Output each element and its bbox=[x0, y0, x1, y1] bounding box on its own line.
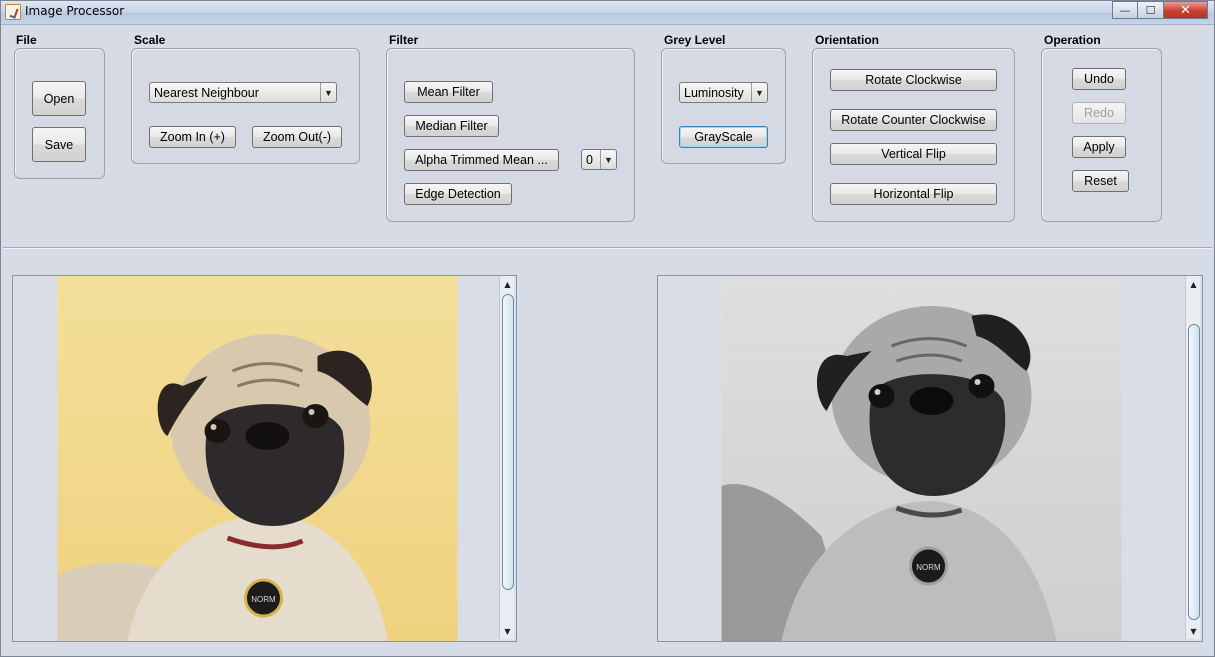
title-bar[interactable]: Image Processor — ☐ ✕ bbox=[1, 1, 1214, 25]
zoom-in-button[interactable]: Zoom In (+) bbox=[149, 126, 236, 148]
undo-button[interactable]: Undo bbox=[1072, 68, 1126, 90]
file-group-title: File bbox=[16, 33, 37, 47]
scroll-down-arrow-icon[interactable]: ▼ bbox=[500, 624, 515, 638]
open-button[interactable]: Open bbox=[32, 81, 86, 116]
original-image-pane[interactable]: NORM ▲ ▼ bbox=[12, 275, 517, 642]
chevron-down-icon: ▼ bbox=[600, 150, 616, 169]
original-vertical-scrollbar[interactable]: ▲ ▼ bbox=[499, 276, 514, 639]
orientation-group-title: Orientation bbox=[815, 33, 880, 47]
grayscale-button[interactable]: GrayScale bbox=[679, 126, 768, 148]
grey-level-group-title: Grey Level bbox=[664, 33, 726, 47]
apply-button[interactable]: Apply bbox=[1072, 136, 1126, 158]
toolbar-separator bbox=[3, 247, 1212, 249]
alpha-value: 0 bbox=[586, 152, 593, 167]
processed-image: NORM bbox=[721, 276, 1122, 641]
original-scroll-thumb[interactable] bbox=[502, 294, 514, 590]
mean-filter-button[interactable]: Mean Filter bbox=[404, 81, 493, 103]
vertical-flip-button[interactable]: Vertical Flip bbox=[830, 143, 997, 165]
scroll-up-arrow-icon[interactable]: ▲ bbox=[1186, 277, 1201, 291]
dog-tag-text: NORM bbox=[251, 595, 276, 604]
scroll-down-arrow-icon[interactable]: ▼ bbox=[1186, 624, 1201, 638]
dog-tag-text: NORM bbox=[916, 563, 941, 572]
median-filter-button[interactable]: Median Filter bbox=[404, 115, 499, 137]
reset-button[interactable]: Reset bbox=[1072, 170, 1129, 192]
minimize-button[interactable]: — bbox=[1112, 1, 1138, 19]
redo-button[interactable]: Redo bbox=[1072, 102, 1126, 124]
horizontal-flip-button[interactable]: Horizontal Flip bbox=[830, 183, 997, 205]
window-controls: — ☐ ✕ bbox=[1112, 1, 1208, 19]
maximize-button[interactable]: ☐ bbox=[1138, 1, 1164, 19]
processed-scroll-thumb[interactable] bbox=[1188, 324, 1200, 620]
scale-group-title: Scale bbox=[134, 33, 166, 47]
chevron-down-icon: ▼ bbox=[751, 83, 767, 102]
scroll-up-arrow-icon[interactable]: ▲ bbox=[500, 277, 515, 291]
original-image: NORM bbox=[57, 276, 458, 641]
processed-vertical-scrollbar[interactable]: ▲ ▼ bbox=[1185, 276, 1200, 639]
processed-image-pane[interactable]: NORM ▲ ▼ bbox=[657, 275, 1203, 642]
zoom-out-button[interactable]: Zoom Out(-) bbox=[252, 126, 342, 148]
alpha-trimmed-mean-button[interactable]: Alpha Trimmed Mean ... bbox=[404, 149, 559, 171]
close-button[interactable]: ✕ bbox=[1164, 1, 1208, 19]
alpha-value-select[interactable]: 0 ▼ bbox=[581, 149, 617, 170]
java-app-icon bbox=[5, 4, 21, 20]
scale-method-value: Nearest Neighbour bbox=[154, 85, 259, 100]
app-window: Image Processor — ☐ ✕ File Open Save Sca… bbox=[0, 0, 1215, 657]
chevron-down-icon: ▼ bbox=[320, 83, 336, 102]
pug-photo-color: NORM bbox=[57, 276, 458, 641]
filter-group-title: Filter bbox=[389, 33, 419, 47]
pug-photo-grayscale: NORM bbox=[721, 276, 1122, 641]
rotate-clockwise-button[interactable]: Rotate Clockwise bbox=[830, 69, 997, 91]
operation-group-title: Operation bbox=[1044, 33, 1101, 47]
scale-method-select[interactable]: Nearest Neighbour ▼ bbox=[149, 82, 337, 103]
save-button[interactable]: Save bbox=[32, 127, 86, 162]
grey-method-value: Luminosity bbox=[684, 85, 744, 100]
grey-method-select[interactable]: Luminosity ▼ bbox=[679, 82, 768, 103]
window-title: Image Processor bbox=[25, 4, 125, 18]
rotate-counter-clockwise-button[interactable]: Rotate Counter Clockwise bbox=[830, 109, 997, 131]
edge-detection-button[interactable]: Edge Detection bbox=[404, 183, 512, 205]
